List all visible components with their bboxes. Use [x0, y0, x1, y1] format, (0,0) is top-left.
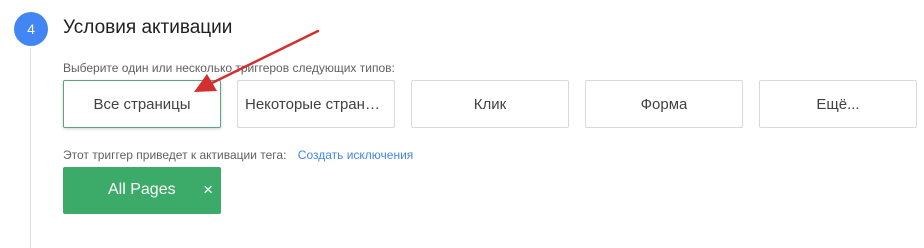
trigger-type-list: Все страницы Некоторые страницы Клик Фор… [63, 80, 917, 128]
trigger-type-label: Все страницы [93, 95, 191, 113]
trigger-type-label: Ещё... [816, 95, 860, 113]
trigger-instruction: Выберите один или несколько триггеров сл… [63, 61, 395, 75]
trigger-type-label: Клик [473, 95, 507, 113]
step-number-badge: 4 [14, 12, 48, 46]
timeline-line [30, 48, 31, 248]
trigger-type-some-pages[interactable]: Некоторые страницы [237, 80, 395, 128]
trigger-type-click[interactable]: Клик [411, 80, 569, 128]
section-title: Условия активации [63, 17, 233, 38]
trigger-conditions-section: 4 Условия активации Выберите один или не… [0, 0, 924, 248]
chip-label: All Pages [108, 181, 176, 198]
trigger-type-all-pages[interactable]: Все страницы [63, 80, 221, 128]
trigger-chip-all-pages[interactable]: All Pages × [63, 167, 221, 214]
activation-row: Этот триггер приведет к активации тега: … [63, 148, 413, 162]
close-icon[interactable]: × [203, 181, 213, 199]
trigger-type-label: Форма [640, 95, 688, 113]
trigger-type-form[interactable]: Форма [585, 80, 743, 128]
trigger-type-label: Некоторые страницы [245, 95, 387, 113]
create-exceptions-link[interactable]: Создать исключения [298, 148, 414, 162]
trigger-type-more[interactable]: Ещё... [759, 80, 917, 128]
activation-text: Этот триггер приведет к активации тега: [63, 148, 287, 162]
